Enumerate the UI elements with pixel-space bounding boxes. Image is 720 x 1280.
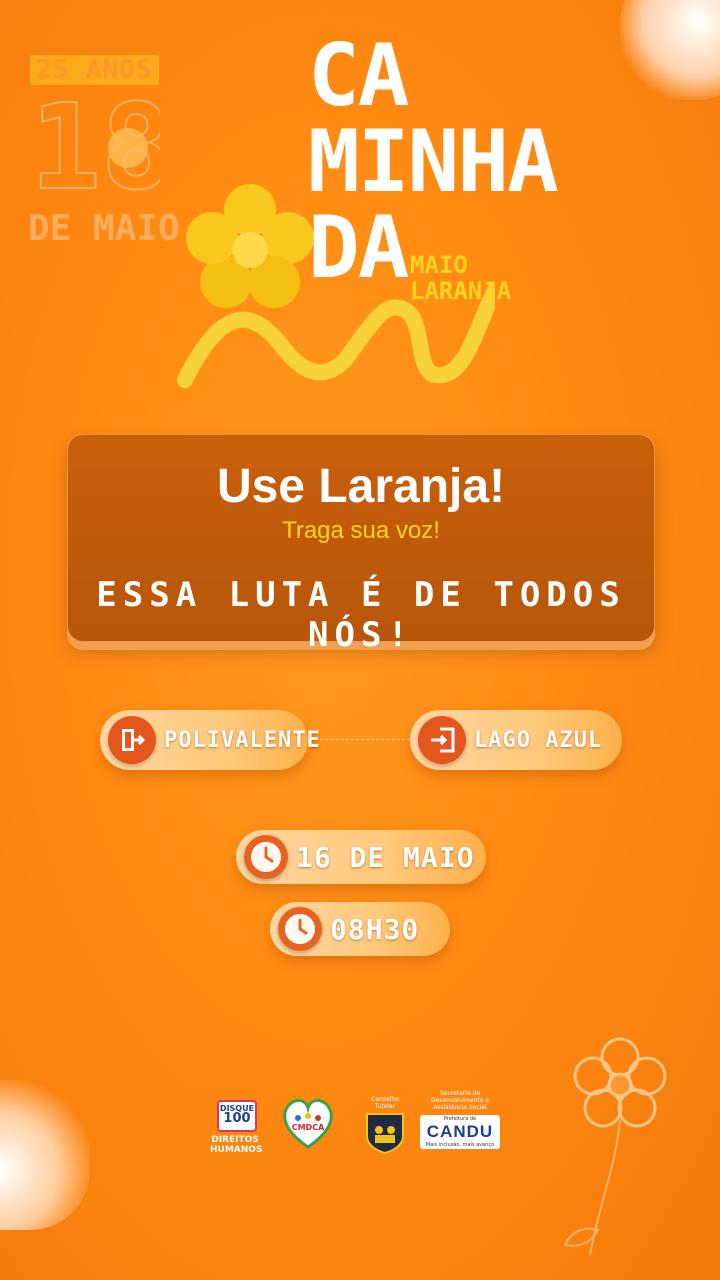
disque-100-logo: DISQUE 100 DIREITOS HUMANOS [210,1100,263,1155]
date-pill: 16 DE MAIO [236,830,486,884]
time-pill: 08H30 [270,902,450,956]
conselho-tutelar-logo: Conselho Tutelar [362,1096,408,1155]
exit-icon [108,716,156,764]
conselho-tutelar-label: Conselho Tutelar [371,1096,399,1110]
campaign-line: MAIO [410,251,468,279]
decorative-blob [0,1080,90,1230]
route-start-pill: POLIVALENTE [100,710,320,770]
cidade-slogan: Mais inclusão, mais avanço [425,1142,495,1148]
disque-number: 100 [223,1111,251,1126]
cmdca-logo: CMDCA [278,1092,338,1152]
cidade-label: CANDU [426,1122,494,1141]
campaign-name: MAIO LARANJA [410,252,511,304]
poster: 25 ANOS 18 DE MAIO CA MINHA DA MAIO LARA… [0,0,720,1280]
flower-icon [563,1037,667,1256]
event-time: 08H30 [330,912,420,946]
route-end-pill: LAGO AZUL [410,710,622,770]
watermark-de-maio: DE MAIO [28,208,180,249]
decorative-blob [620,0,720,100]
clock-icon [278,907,322,951]
enter-icon [418,716,466,764]
event-date: 16 DE MAIO [296,840,475,874]
watermark-18-flower-icon: 18 [30,88,160,198]
route-end-label: LAGO AZUL [474,727,603,753]
route-line [310,739,410,740]
sponsor-logos: DISQUE 100 DIREITOS HUMANOS CMDCA Conselh… [210,1090,510,1160]
watermark-anos: 25 ANOS [30,55,159,85]
campaign-line: LARANJA [410,277,512,305]
cmdca-label: CMDCA [292,1123,325,1132]
card-tagline: Traga sua voz! [282,517,440,544]
message-card: Use Laranja! Traga sua voz! ESSA LUTA É … [67,434,655,655]
route-start-label: POLIVALENTE [164,727,321,753]
prefeitura-logo: Secretaria de Desenvolvimento e Assistên… [420,1090,500,1149]
secretaria-label: Secretaria de Desenvolvimento e Assistên… [431,1090,489,1111]
direitos-humanos-label: DIREITOS HUMANOS [210,1135,263,1155]
card-slogan: ESSA LUTA É DE TODOS NÓS! [96,575,626,655]
clock-icon [244,835,288,879]
card-headline: Use Laranja! [216,460,506,513]
